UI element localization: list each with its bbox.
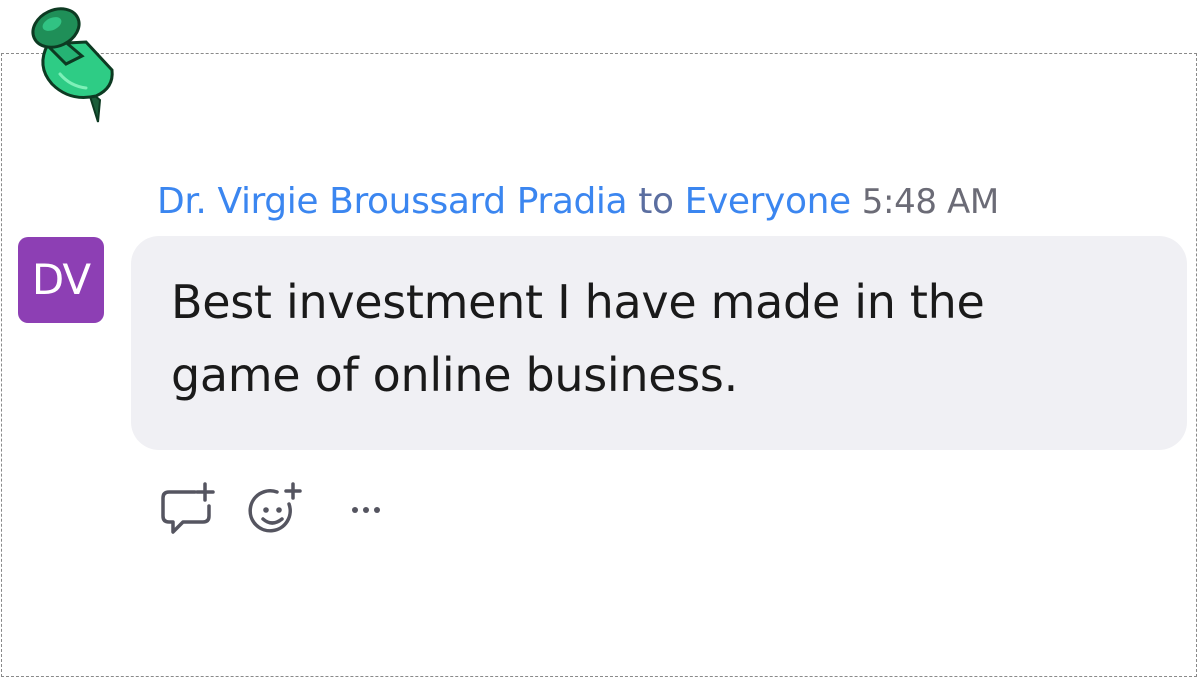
add-reaction-button[interactable] <box>245 480 307 540</box>
reply-button[interactable] <box>155 480 217 540</box>
message-text-line-1: Best investment I have made in the <box>171 275 985 329</box>
message-text-line-2: game of online business. <box>171 348 738 402</box>
message-timestamp: 5:48 AM <box>861 182 999 222</box>
recipient-name[interactable]: Everyone <box>685 181 852 222</box>
more-options-button[interactable] <box>335 480 397 540</box>
add-reaction-icon <box>248 482 302 533</box>
to-label: to <box>638 181 674 222</box>
reply-bubble-plus-icon <box>161 482 215 534</box>
avatar[interactable]: DV <box>18 237 104 323</box>
message-actions <box>155 480 425 540</box>
pushpin-icon <box>31 7 114 123</box>
sender-name[interactable]: Dr. Virgie Broussard Pradia <box>157 181 628 222</box>
more-options-icon <box>352 507 380 513</box>
message-bubble[interactable]: Best investment I have made in the game … <box>131 236 1187 450</box>
message-header: Dr. Virgie Broussard Pradia to Everyone … <box>157 178 999 226</box>
